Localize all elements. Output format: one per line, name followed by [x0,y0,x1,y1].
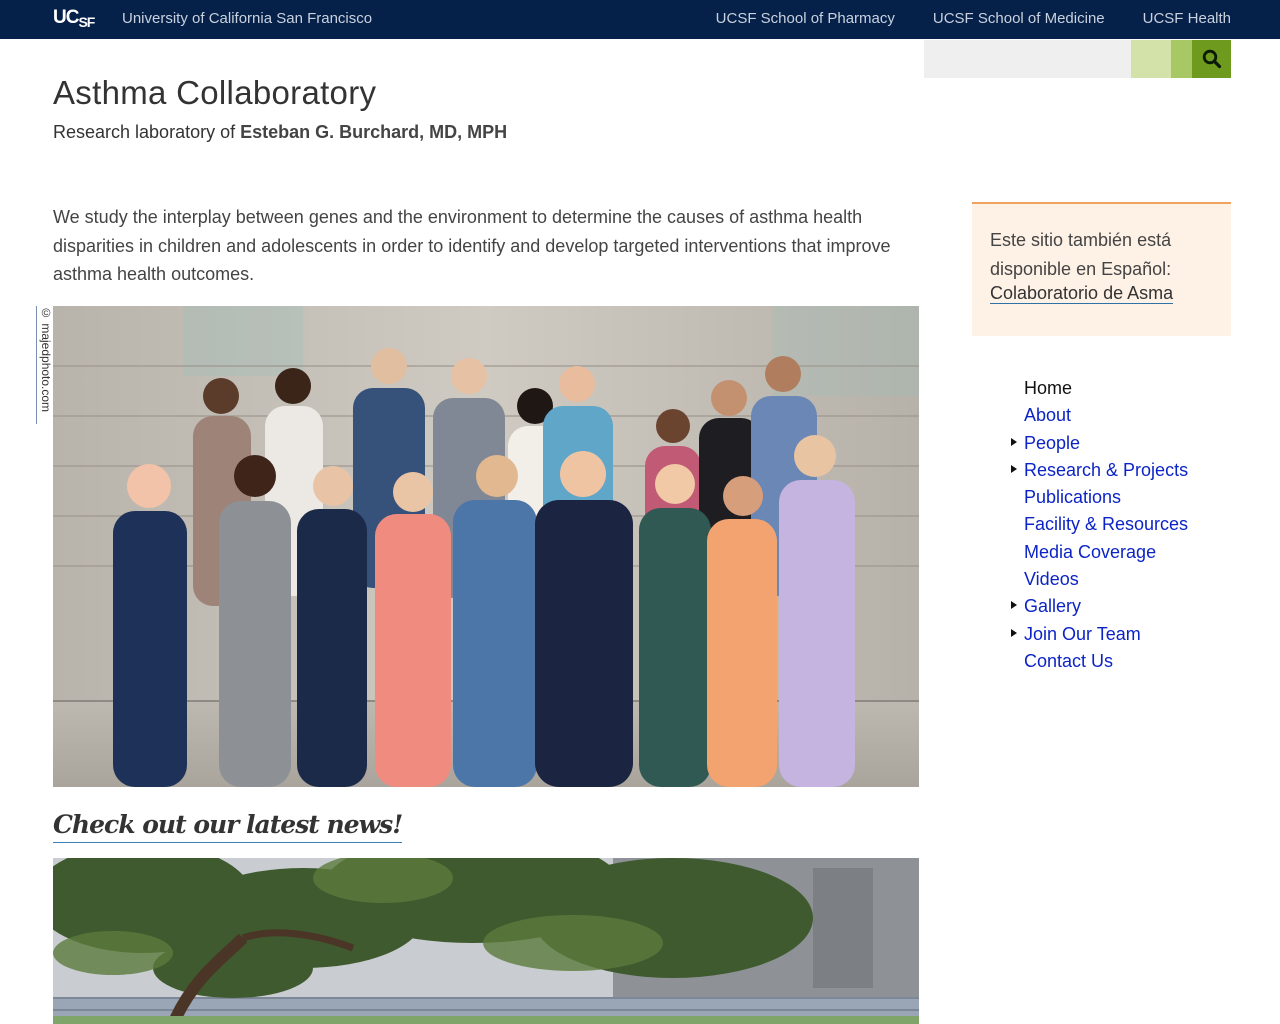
spanish-notice: Este sitio también está disponible en Es… [972,202,1231,336]
nav-item-contact-us[interactable]: Contact Us [1024,648,1188,675]
nav-item-facility-resources[interactable]: Facility & Resources [1024,511,1188,538]
search-accent-mid [1171,40,1192,78]
group-photo [53,306,919,787]
photo-credit: © majedphoto.com [36,306,53,424]
logo-primary: UC [53,7,79,28]
intro-paragraph: We study the interplay between genes and… [53,207,891,284]
search-input[interactable] [924,40,1131,78]
nav-item-gallery[interactable]: Gallery [1011,593,1188,620]
university-name-link[interactable]: University of California San Francisco [122,10,372,27]
nav-label-people[interactable]: People [1024,433,1080,453]
site-subtitle: Research laboratory of Esteban G. Burcha… [53,122,507,143]
nav-item-research-projects[interactable]: Research & Projects [1011,457,1188,484]
ucsf-top-bar: UCSF University of California San Franci… [0,0,1280,39]
nav-item-people[interactable]: People [1011,430,1188,457]
nav-item-publications[interactable]: Publications [1024,484,1188,511]
search-accent-light [1131,40,1171,78]
site-title[interactable]: Asthma Collaboratory [53,74,376,112]
nav-label-about[interactable]: About [1024,405,1071,425]
subtitle-prefix: Research laboratory of [53,122,236,142]
expand-arrow-icon[interactable] [1011,601,1017,610]
spanish-site-link[interactable]: Colaboratorio de Asma [990,283,1174,304]
nav-item-home[interactable]: Home [1024,375,1188,402]
nav-label-gallery[interactable]: Gallery [1024,596,1081,616]
nav-label-media-coverage[interactable]: Media Coverage [1024,542,1156,562]
topbar-links: UCSF School of Pharmacy UCSF School of M… [716,10,1231,27]
nav-label-join-our-team[interactable]: Join Our Team [1024,624,1141,644]
medicine-link[interactable]: UCSF School of Medicine [933,10,1105,27]
news-photo-image [53,858,919,1024]
search-icon [1202,49,1221,69]
search-button[interactable] [1192,40,1231,78]
ucsf-health-link[interactable]: UCSF Health [1143,10,1231,27]
expand-arrow-icon[interactable] [1011,628,1017,637]
photo-credit-text: © majedphoto.com [39,306,53,413]
group-photo-image [53,306,919,787]
spanish-notice-text: Este sitio también está disponible en Es… [990,230,1172,279]
side-navigation: Home About People Research & Projects Pu… [1011,375,1188,675]
nav-label-contact-us[interactable]: Contact Us [1024,651,1113,671]
nav-label-facility-resources[interactable]: Facility & Resources [1024,514,1188,534]
expand-arrow-icon[interactable] [1011,437,1017,446]
expand-arrow-icon[interactable] [1011,464,1017,473]
ucsf-logo[interactable]: UCSF [53,5,105,31]
nav-item-media-coverage[interactable]: Media Coverage [1024,539,1188,566]
subtitle-name: Esteban G. Burchard, MD, MPH [240,122,508,142]
nav-label-publications[interactable]: Publications [1024,487,1121,507]
nav-item-about[interactable]: About [1024,402,1188,429]
news-photo[interactable] [53,858,919,1024]
nav-item-join-our-team[interactable]: Join Our Team [1011,621,1188,648]
latest-news-link[interactable]: Check out our latest news! [53,808,403,843]
nav-label-home[interactable]: Home [1024,378,1072,398]
logo-secondary: SF [78,14,95,30]
nav-item-videos[interactable]: Videos [1024,566,1188,593]
nav-label-videos[interactable]: Videos [1024,569,1079,589]
nav-label-research-projects[interactable]: Research & Projects [1024,460,1188,480]
pharmacy-link[interactable]: UCSF School of Pharmacy [716,10,895,27]
